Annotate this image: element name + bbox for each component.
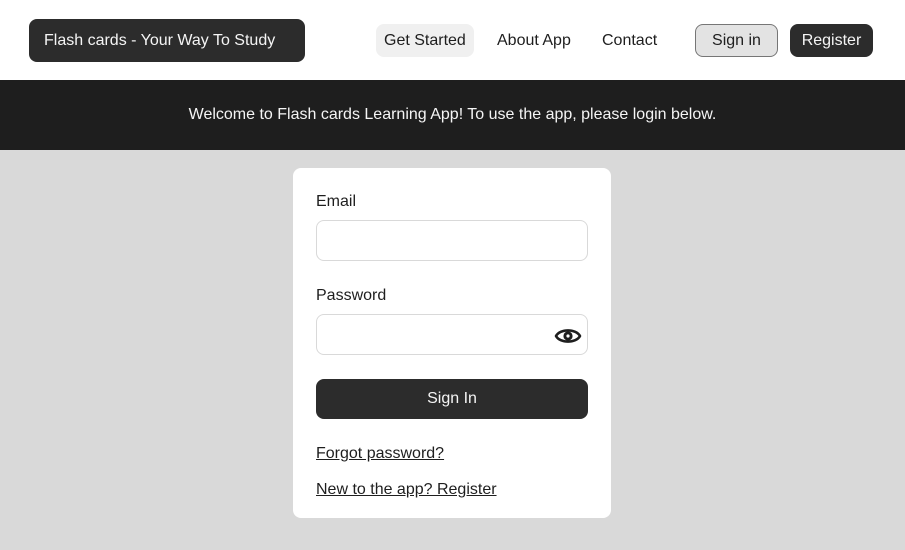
header-register-button[interactable]: Register [790,24,873,57]
top-navigation-bar: Flash cards - Your Way To Study Get Star… [0,0,905,80]
login-card: Email Password Sign In Forgot password? … [293,168,611,518]
password-field[interactable] [316,314,588,355]
register-link[interactable]: New to the app? Register [316,481,497,499]
nav-about-app[interactable]: About App [489,24,579,57]
email-label: Email [316,193,357,210]
sign-in-submit-button[interactable]: Sign In [316,379,588,419]
header-sign-in-button[interactable]: Sign in [695,24,778,57]
email-field[interactable] [316,220,588,261]
password-label: Password [316,287,387,304]
welcome-banner: Welcome to Flash cards Learning App! To … [0,80,905,150]
nav-contact[interactable]: Contact [594,24,665,57]
forgot-password-link[interactable]: Forgot password? [316,445,444,463]
brand-logo[interactable]: Flash cards - Your Way To Study [29,19,305,62]
nav-get-started[interactable]: Get Started [376,24,474,57]
eye-icon[interactable] [554,322,582,350]
